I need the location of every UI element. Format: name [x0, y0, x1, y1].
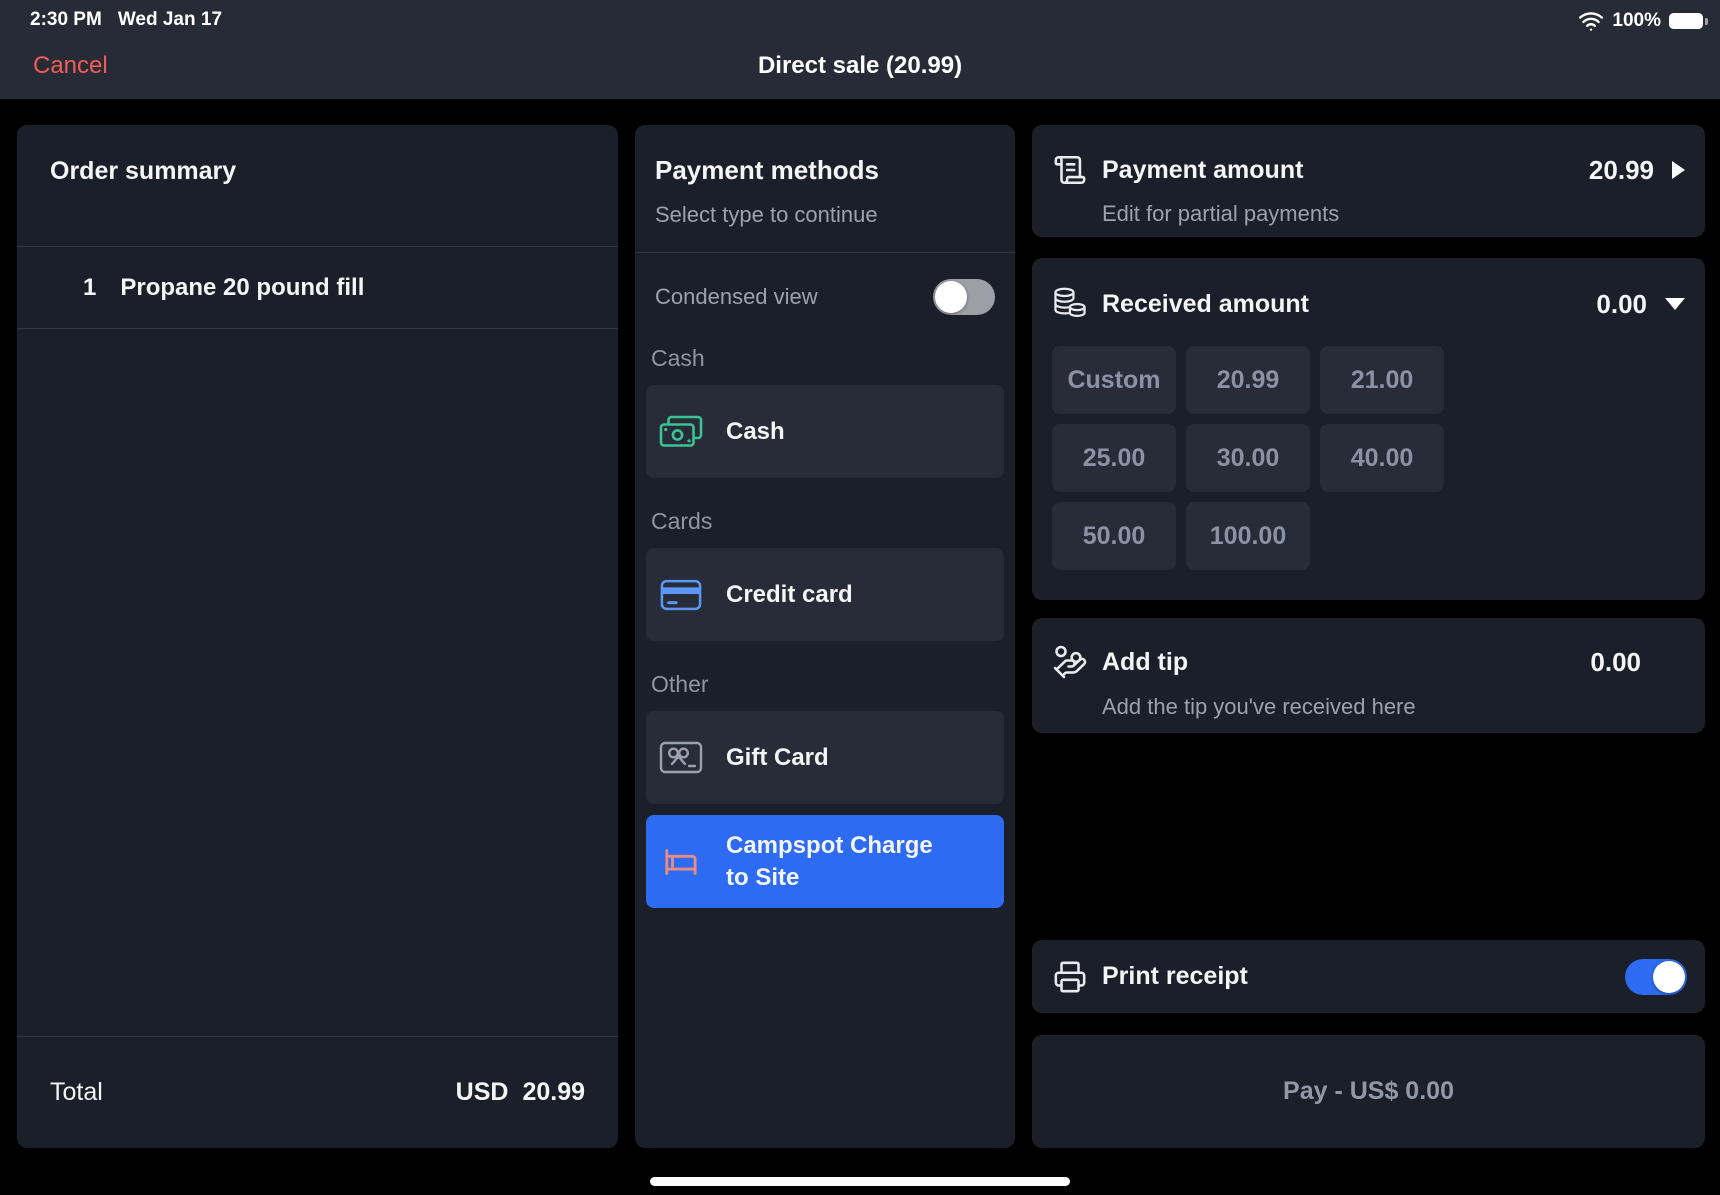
quick-amount-button[interactable]: 50.00: [1052, 502, 1176, 570]
page-title: Direct sale (20.99): [0, 52, 1720, 80]
print-receipt-card: Print receipt: [1032, 940, 1705, 1013]
quick-amount-button[interactable]: 40.00: [1320, 424, 1444, 492]
battery-percent-label: 100%: [1612, 10, 1661, 32]
quick-amount-button[interactable]: 25.00: [1052, 424, 1176, 492]
receipt-icon: [1052, 153, 1088, 187]
received-amount-value: 0.00: [1596, 289, 1647, 320]
payment-amount-value: 20.99: [1589, 155, 1654, 186]
toggle-knob: [1653, 961, 1685, 993]
credit-card-icon: [658, 579, 704, 611]
order-summary-title: Order summary: [17, 125, 618, 247]
quick-amount-button[interactable]: 21.00: [1320, 346, 1444, 414]
order-item-name: Propane 20 pound fill: [120, 274, 364, 302]
received-amount-title: Received amount: [1102, 290, 1309, 319]
payment-amount-subtitle: Edit for partial payments: [1102, 201, 1685, 227]
received-amount-card: Received amount 0.00 Custom 20.99 21.00 …: [1032, 258, 1705, 600]
caret-down-icon: [1665, 298, 1685, 310]
quick-amount-button[interactable]: 20.99: [1186, 346, 1310, 414]
order-total-label: Total: [50, 1078, 103, 1107]
payment-methods-subtitle: Select type to continue: [655, 202, 995, 228]
status-bar-right: 100%: [1578, 8, 1708, 34]
order-total-amount: 20.99: [522, 1078, 585, 1107]
add-tip-card[interactable]: Add tip 0.00 Add the tip you've received…: [1032, 618, 1705, 733]
payment-methods-panel: Payment methods Select type to continue …: [635, 125, 1015, 1148]
top-bar: 2:30 PM Wed Jan 17 100% Cancel Direct sa…: [0, 0, 1720, 99]
condensed-view-label: Condensed view: [655, 284, 818, 310]
chevron-right-icon: [1672, 161, 1685, 179]
bed-icon: [658, 845, 704, 879]
condensed-view-row: Condensed view: [655, 279, 995, 315]
condensed-view-toggle[interactable]: [933, 279, 995, 315]
payment-methods-header: Payment methods Select type to continue: [635, 125, 1015, 253]
payment-amount-card[interactable]: Payment amount 20.99 Edit for partial pa…: [1032, 125, 1705, 237]
payment-methods-title: Payment methods: [655, 155, 995, 186]
coin-stack-icon: [1052, 286, 1088, 322]
add-tip-subtitle: Add the tip you've received here: [1102, 694, 1685, 720]
home-indicator[interactable]: [650, 1177, 1070, 1186]
payment-method-cash[interactable]: Cash: [646, 385, 1004, 478]
toggle-knob: [935, 281, 967, 313]
payment-method-gift-card[interactable]: Gift Card: [646, 711, 1004, 804]
status-bar-left: 2:30 PM Wed Jan 17: [30, 9, 222, 31]
payment-method-label: Credit card: [726, 581, 853, 609]
payment-method-label: Gift Card: [726, 744, 829, 772]
payment-method-label: Cash: [726, 418, 785, 446]
quick-amount-custom[interactable]: Custom: [1052, 346, 1176, 414]
payment-method-label: Campspot Charge to Site: [726, 830, 956, 892]
quick-amount-button[interactable]: 30.00: [1186, 424, 1310, 492]
received-amount-row[interactable]: Received amount 0.00: [1052, 286, 1685, 322]
section-label-cards: Cards: [651, 508, 999, 535]
clock-time: 2:30 PM: [30, 9, 102, 31]
print-receipt-toggle[interactable]: [1625, 959, 1687, 995]
quick-amount-button[interactable]: 100.00: [1186, 502, 1310, 570]
hand-coins-icon: [1052, 644, 1088, 680]
order-summary-panel: Order summary 1 Propane 20 pound fill To…: [17, 125, 618, 1148]
order-total-row: Total USD 20.99: [17, 1036, 618, 1148]
banknotes-icon: [658, 415, 704, 449]
section-label-other: Other: [651, 671, 999, 698]
payment-amount-title: Payment amount: [1102, 156, 1303, 185]
add-tip-row: Add tip 0.00: [1052, 644, 1685, 680]
add-tip-value: 0.00: [1590, 647, 1641, 678]
order-item-qty: 1: [83, 274, 96, 302]
pay-button-label: Pay - US$ 0.00: [1283, 1077, 1454, 1106]
pay-button[interactable]: Pay - US$ 0.00: [1032, 1035, 1705, 1148]
wifi-icon: [1578, 8, 1604, 34]
clock-date: Wed Jan 17: [118, 9, 222, 31]
section-label-cash: Cash: [651, 345, 999, 372]
payment-method-campspot-charge-to-site[interactable]: Campspot Charge to Site: [646, 815, 1004, 908]
print-receipt-label: Print receipt: [1102, 962, 1248, 991]
order-item-row[interactable]: 1 Propane 20 pound fill: [17, 247, 618, 329]
payment-method-credit-card[interactable]: Credit card: [646, 548, 1004, 641]
gift-card-icon: [658, 741, 704, 774]
quick-amount-grid: Custom 20.99 21.00 25.00 30.00 40.00 50.…: [1052, 346, 1685, 570]
order-total-value: USD 20.99: [456, 1078, 585, 1107]
pos-checkout-screen: 2:30 PM Wed Jan 17 100% Cancel Direct sa…: [0, 0, 1720, 1195]
add-tip-title: Add tip: [1102, 648, 1188, 677]
printer-icon: [1052, 960, 1088, 994]
battery-icon: [1669, 13, 1703, 29]
order-total-currency: USD: [456, 1078, 509, 1107]
payment-amount-row: Payment amount 20.99: [1052, 153, 1685, 187]
